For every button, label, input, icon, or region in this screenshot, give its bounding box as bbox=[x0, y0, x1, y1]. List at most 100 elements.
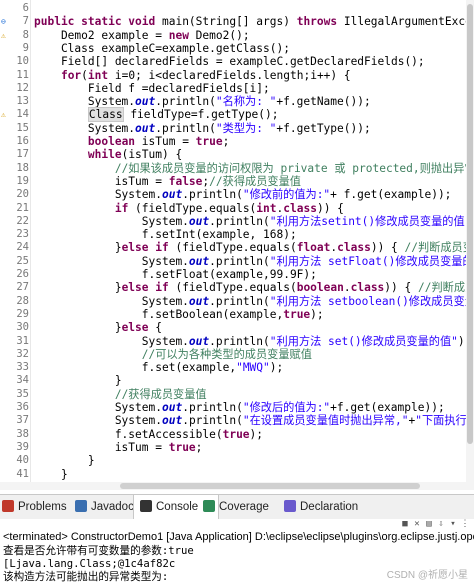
code-line: 11 for(int i=0; i<declaredFields.length;… bbox=[0, 69, 474, 82]
tab-problems[interactable]: Problems bbox=[2, 495, 67, 519]
code-text: }else if (fieldType.equals(boolean.class… bbox=[34, 281, 474, 295]
code-text: }else if (fieldType.equals(float.class))… bbox=[34, 241, 474, 255]
fold-collapse-icon[interactable]: ⊖ bbox=[1, 18, 6, 26]
tab-label: Problems bbox=[18, 501, 67, 513]
code-line: 32 //可以为各种类型的成员变量赋值 bbox=[0, 348, 474, 361]
horizontal-scrollbar-thumb[interactable] bbox=[120, 483, 420, 489]
code-text: Class exampleC=example.getClass(); bbox=[34, 41, 290, 55]
line-number: 41 bbox=[16, 467, 29, 480]
code-line: 18 //如果该成员变量的访问权限为 private 或 protected,则… bbox=[0, 162, 474, 175]
code-line: 37 System.out.println("在设置成员变量值时抛出异常,"+"… bbox=[0, 414, 474, 427]
line-number: 22 bbox=[16, 214, 29, 227]
terminate-icon[interactable]: ■ bbox=[400, 519, 410, 529]
problems-icon bbox=[2, 500, 14, 512]
tab-label: Declaration bbox=[300, 501, 359, 513]
line-number: 16 bbox=[16, 135, 29, 147]
code-text: while(isTum) { bbox=[87, 148, 183, 162]
code-text: System.out.println("利用方法 set()修改成员变量的值")… bbox=[34, 334, 472, 348]
code-line: 19 isTum = false;//获得成员变量值 bbox=[0, 175, 474, 188]
code-line: 28 System.out.println("利用方法 setboolean()… bbox=[0, 295, 474, 308]
line-number: 39 bbox=[16, 440, 29, 453]
line-number: 33 bbox=[16, 361, 29, 374]
code-line: 16 boolean isTum = true; bbox=[0, 135, 474, 148]
tab-javadoc[interactable]: Javadoc bbox=[75, 495, 134, 519]
code-text: f.setFloat(example,99.9F); bbox=[34, 268, 317, 281]
console-process-title: <terminated> ConstructorDemo1 [Java Appl… bbox=[3, 531, 474, 543]
code-line: 34 } bbox=[0, 374, 474, 387]
line-number: 21 bbox=[16, 201, 29, 214]
clear-console-icon[interactable]: ▤ bbox=[424, 519, 434, 529]
code-line: 17 while(isTum) { bbox=[0, 148, 474, 161]
code-text: } bbox=[34, 467, 68, 481]
tab-label: Coverage bbox=[219, 501, 269, 513]
code-line: 13 System.out.println("名称为: "+f.getName(… bbox=[0, 95, 474, 108]
line-number: 6 bbox=[22, 2, 29, 14]
code-text: System.out.println("修改前的值为:"+ f.get(exam… bbox=[34, 188, 452, 202]
declaration-icon bbox=[284, 500, 296, 512]
code-line: 12 Field f =declaredFields[i]; bbox=[0, 82, 474, 95]
code-text: System.out.println("类型为: "+f.getType()); bbox=[34, 121, 371, 135]
code-line: 41 } bbox=[0, 468, 474, 481]
view-tab-bar: ProblemsJavadocConsole✕CoverageDeclarati… bbox=[0, 494, 474, 520]
code-line: 27 }else if (fieldType.equals(boolean.cl… bbox=[0, 281, 474, 294]
code-text: f.setInt(example, 168); bbox=[34, 228, 297, 242]
code-text: isTum = false;//获得成员变量值 bbox=[34, 174, 301, 188]
code-text: boolean isTum = true; bbox=[87, 135, 230, 148]
line-number: 13 bbox=[16, 95, 29, 108]
warning-marker-icon[interactable]: ⚠ bbox=[1, 111, 6, 119]
scroll-lock-icon[interactable]: ⇩ bbox=[436, 519, 446, 529]
code-line: 26 f.setFloat(example,99.9F); bbox=[0, 268, 474, 281]
code-text: System.out.println("利用方法 setboolean()修改成… bbox=[34, 294, 474, 308]
code-text: //如果该成员变量的访问权限为 private 或 protected,则抛出异… bbox=[114, 161, 474, 175]
tab-coverage[interactable]: Coverage bbox=[203, 495, 269, 519]
line-number: 36 bbox=[16, 401, 29, 413]
vertical-scrollbar[interactable] bbox=[466, 0, 474, 490]
code-text: System.out.println("名称为: "+f.getName()); bbox=[34, 95, 371, 109]
console-icon bbox=[140, 500, 152, 512]
line-number: 30 bbox=[16, 321, 29, 334]
code-text: Field f =declaredFields[i]; bbox=[34, 81, 270, 95]
line-number: 37 bbox=[16, 414, 29, 427]
line-number: 40 bbox=[16, 454, 29, 467]
line-number: 23 bbox=[16, 228, 29, 241]
code-line: 10 Field[] declaredFields = exampleC.get… bbox=[0, 55, 474, 68]
remove-launch-icon[interactable]: ✕ bbox=[412, 519, 422, 529]
view-menu-icon[interactable]: ⋮ bbox=[460, 519, 470, 529]
pin-console-icon[interactable]: ▾ bbox=[448, 519, 458, 529]
line-number: 31 bbox=[16, 334, 29, 347]
code-text: System.out.println("修改后的值为:"+f.get(examp… bbox=[34, 401, 445, 414]
horizontal-scrollbar[interactable] bbox=[0, 482, 466, 490]
code-text: }else { bbox=[34, 321, 162, 335]
code-line: 25 System.out.println("利用方法 setFloat()修改… bbox=[0, 255, 474, 268]
code-text: } bbox=[34, 374, 122, 388]
code-line: 38 f.setAccessible(true); bbox=[0, 428, 474, 441]
code-text: System.out.println("利用方法setint()修改成员变量的值… bbox=[34, 214, 474, 228]
line-number: 9 bbox=[22, 41, 29, 54]
console-output-line: 查看是否允许带有可变数量的参数:true bbox=[3, 545, 194, 557]
code-text: f.setBoolean(example,true); bbox=[34, 307, 324, 321]
tab-label: Javadoc bbox=[91, 501, 134, 513]
line-number: 19 bbox=[16, 174, 29, 187]
code-line: 24 }else if (fieldType.equals(float.clas… bbox=[0, 241, 474, 254]
code-line: 31 System.out.println("利用方法 set()修改成员变量的… bbox=[0, 335, 474, 348]
scrollbar-thumb[interactable] bbox=[467, 4, 473, 444]
line-number: 10 bbox=[16, 55, 29, 68]
code-text: //可以为各种类型的成员变量赋值 bbox=[141, 347, 312, 361]
code-text: for(int i=0; i<declaredFields.length;i++… bbox=[60, 68, 351, 82]
tab-declaration[interactable]: Declaration bbox=[284, 495, 358, 519]
tab-label: Console bbox=[156, 501, 199, 513]
code-line: 22 System.out.println("利用方法setint()修改成员变… bbox=[0, 215, 474, 228]
code-line: 8 ⚠ Demo2 example = new Demo2(); bbox=[0, 29, 474, 42]
coverage-icon bbox=[203, 500, 215, 512]
code-line: 36 System.out.println("修改后的值为:"+f.get(ex… bbox=[0, 401, 474, 414]
code-line: 9 Class exampleC=example.getClass(); bbox=[0, 42, 474, 55]
code-line: 39 isTum = true; bbox=[0, 441, 474, 454]
line-number: 38 bbox=[16, 427, 29, 440]
watermark: CSDN @祈愿小星 bbox=[386, 570, 468, 581]
warning-marker-icon[interactable]: ⚠ bbox=[1, 31, 6, 40]
code-editor[interactable]: 6 7 ⊖ public static void main(String[] args… bbox=[0, 0, 474, 490]
line-number: 20 bbox=[16, 188, 29, 201]
code-text: if (fieldType.equals(int.class)) { bbox=[114, 201, 344, 215]
code-text: Field[] declaredFields = exampleC.getDec… bbox=[34, 55, 425, 69]
console-output-line: 该构造方法可能抛出的异常类型为: bbox=[3, 571, 169, 583]
